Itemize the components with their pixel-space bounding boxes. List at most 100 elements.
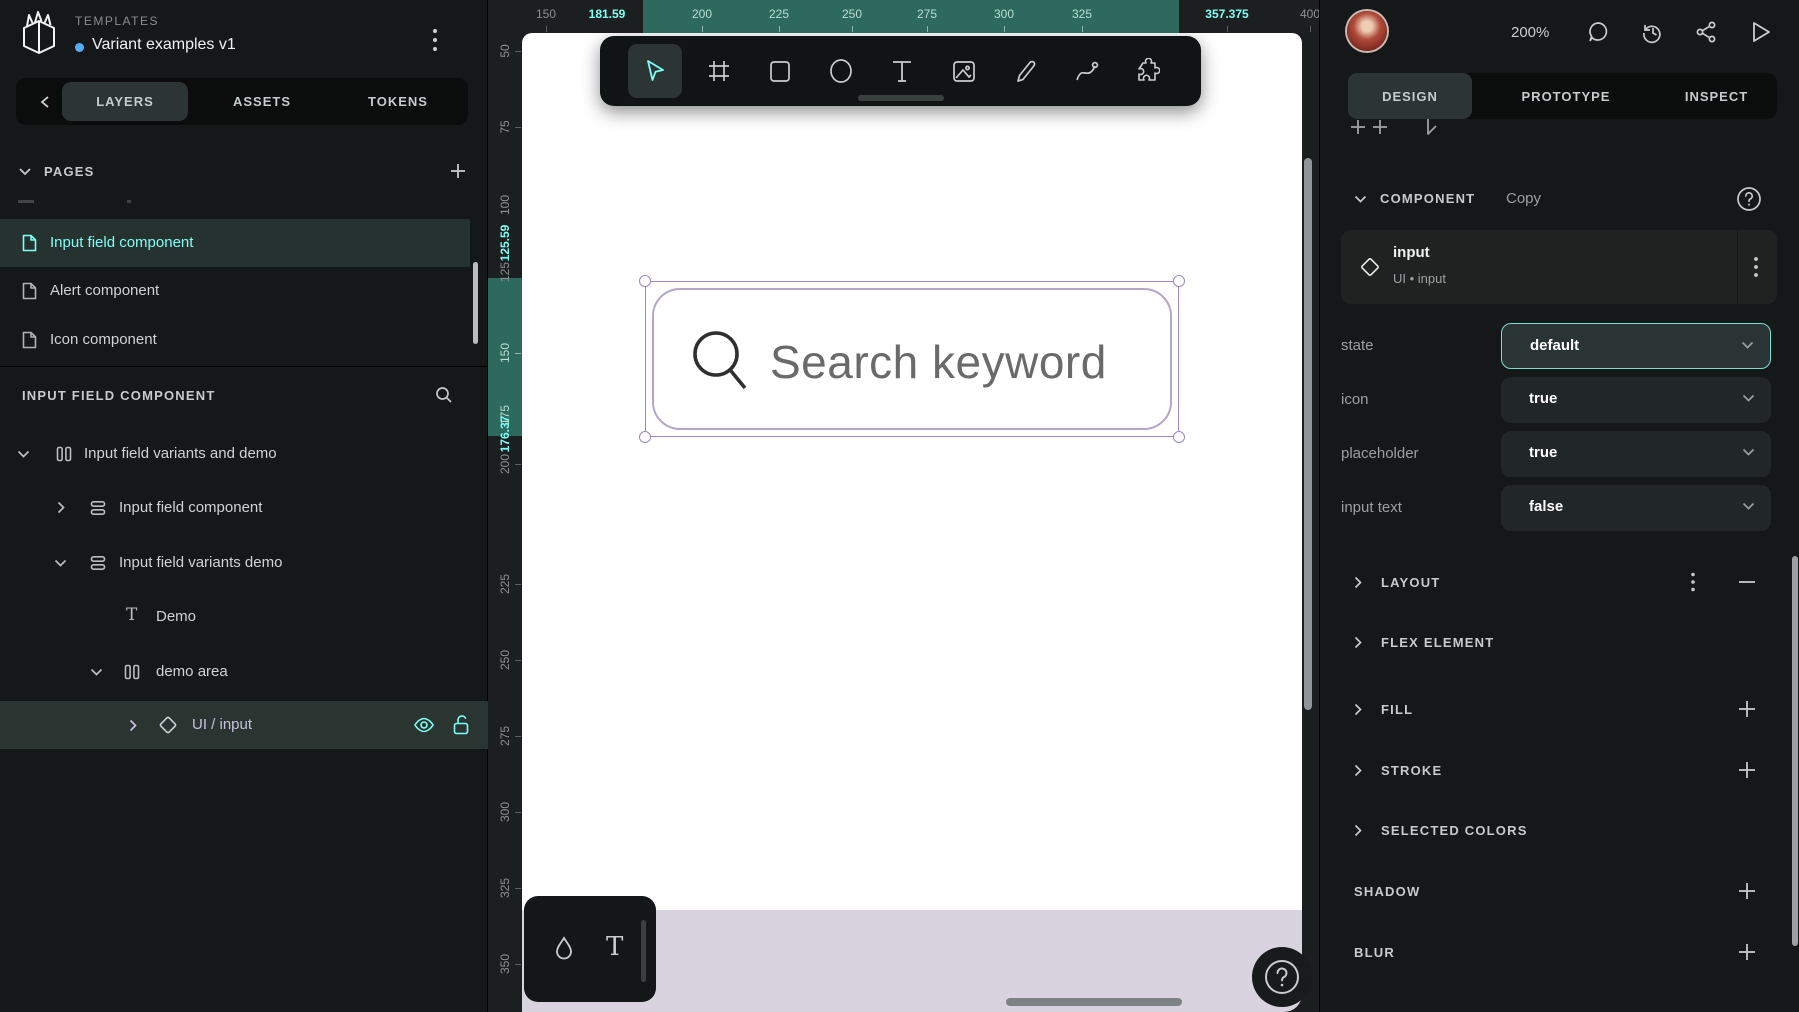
layer-row-demo-area[interactable]: demo area <box>0 647 488 697</box>
horizontal-ruler[interactable]: 150 181.59 200 225 250 275 300 325 357.3… <box>488 0 1319 33</box>
canvas-board[interactable] <box>522 33 1302 1012</box>
kebab-menu-icon[interactable] <box>432 28 438 52</box>
add-fill-plus-icon[interactable] <box>1739 701 1755 717</box>
comments-icon[interactable] <box>1586 20 1610 44</box>
color-drop-icon[interactable] <box>552 934 576 962</box>
add-shadow-plus-icon[interactable] <box>1739 883 1755 899</box>
chevron-right-icon[interactable] <box>129 719 137 732</box>
section-layout[interactable]: LAYOUT <box>1381 575 1440 590</box>
component-menu-kebab-icon[interactable] <box>1753 256 1759 278</box>
component-card[interactable]: input UI • input <box>1341 230 1777 304</box>
layer-row-input-field-component[interactable]: Input field component <box>0 483 488 533</box>
project-label[interactable]: TEMPLATES <box>75 14 159 28</box>
sidebar-tabbar: LAYERS ASSETS TOKENS <box>16 78 468 125</box>
chevron-down-icon[interactable] <box>17 450 30 458</box>
tab-inspect[interactable]: INSPECT <box>1656 73 1777 119</box>
remove-layout-minus-icon[interactable] <box>1739 580 1755 584</box>
layer-label: Demo <box>156 608 196 625</box>
unlock-icon[interactable] <box>452 714 470 736</box>
component-help-icon[interactable] <box>1736 186 1762 212</box>
input-field-component-preview[interactable]: Search keyword <box>652 288 1172 430</box>
selection-handle-bottom-left[interactable] <box>639 431 651 443</box>
layout-section-chevron-icon[interactable] <box>1354 576 1362 589</box>
page-item-alert-component[interactable]: Alert component <box>0 267 470 315</box>
tab-tokens-label: TOKENS <box>368 94 428 109</box>
chevron-down-icon <box>1741 341 1754 349</box>
text-tool-button[interactable] <box>875 44 929 98</box>
bottom-toolbar-drag-handle[interactable] <box>641 920 646 982</box>
layer-row-ui-input[interactable]: UI / input <box>0 701 488 749</box>
history-icon[interactable] <box>1640 20 1664 44</box>
tab-design[interactable]: DESIGN <box>1348 73 1472 119</box>
user-avatar[interactable] <box>1347 11 1387 51</box>
play-presentation-icon[interactable] <box>1750 20 1772 44</box>
chevron-right-icon[interactable] <box>57 501 65 514</box>
add-blur-plus-icon[interactable] <box>1739 944 1755 960</box>
layers-search-icon[interactable] <box>435 386 453 404</box>
dropdown-value: true <box>1529 444 1557 461</box>
section-stroke[interactable]: STROKE <box>1381 763 1442 778</box>
vertical-ruler[interactable]: 50 75 100 125 125.59 150 175 176.37 200 … <box>488 33 522 1012</box>
file-name[interactable]: Variant examples v1 <box>92 36 236 54</box>
section-blur[interactable]: BLUR <box>1354 945 1395 960</box>
layer-row-input-field-variants-and-demo[interactable]: Input field variants and demo <box>0 429 488 479</box>
section-flex-element[interactable]: FLEX ELEMENT <box>1381 635 1494 650</box>
variant-dropdown-placeholder[interactable]: true <box>1501 431 1771 477</box>
help-button[interactable] <box>1252 947 1312 1007</box>
selected-colors-section-chevron-icon[interactable] <box>1354 824 1362 837</box>
section-selected-colors[interactable]: SELECTED COLORS <box>1381 823 1528 838</box>
component-collapse-chevron-icon[interactable] <box>1354 195 1367 203</box>
page-item-input-field-component[interactable]: Input field component <box>0 219 470 267</box>
share-icon[interactable] <box>1694 20 1718 44</box>
right-sidebar-scrollbar[interactable] <box>1792 556 1798 946</box>
select-tool-button[interactable] <box>628 44 682 98</box>
stroke-section-chevron-icon[interactable] <box>1354 764 1362 777</box>
add-stroke-plus-icon[interactable] <box>1739 762 1755 778</box>
flex-element-section-chevron-icon[interactable] <box>1354 636 1362 649</box>
chevron-down-icon[interactable] <box>54 559 67 567</box>
toolbar-drag-handle[interactable] <box>858 95 944 101</box>
text-palette-icon[interactable]: T <box>606 932 623 962</box>
chevron-down-icon[interactable] <box>90 668 103 676</box>
layout-menu-kebab-icon[interactable] <box>1690 572 1696 592</box>
layer-row-input-field-variants-demo[interactable]: Input field variants demo <box>0 538 488 588</box>
design-toolbar <box>600 36 1201 106</box>
selection-handle-top-left[interactable] <box>639 275 651 287</box>
tab-prototype[interactable]: PROTOTYPE <box>1486 73 1646 119</box>
variant-dropdown-state[interactable]: default <box>1501 323 1771 369</box>
canvas-viewport[interactable]: Search keyword <box>488 0 1319 1012</box>
variant-dropdown-input-text[interactable]: false <box>1501 485 1771 531</box>
tab-assets[interactable]: ASSETS <box>202 82 322 121</box>
page-item-label: Icon component <box>50 331 157 348</box>
image-tool-button[interactable] <box>937 44 991 98</box>
page-item-icon-component[interactable]: Icon component <box>0 316 470 364</box>
canvas-horizontal-scrollbar[interactable] <box>1006 998 1182 1006</box>
tab-tokens[interactable]: TOKENS <box>338 82 458 121</box>
plugins-tool-button[interactable] <box>1120 44 1174 98</box>
v-ruler-label: 75 <box>498 120 512 133</box>
visibility-eye-icon[interactable] <box>413 716 435 734</box>
pages-scrollbar[interactable] <box>473 262 478 344</box>
add-page-icon[interactable] <box>450 163 466 179</box>
section-fill[interactable]: FILL <box>1381 702 1413 717</box>
rectangle-tool-button[interactable] <box>753 44 807 98</box>
path-tool-button[interactable] <box>1059 44 1113 98</box>
selection-handle-bottom-right[interactable] <box>1173 431 1185 443</box>
board-white-area[interactable] <box>522 33 1302 910</box>
pencil-tool-button[interactable] <box>998 44 1052 98</box>
text-layer-icon: T <box>126 605 137 625</box>
variant-dropdown-icon[interactable]: true <box>1501 377 1771 423</box>
tab-layers[interactable]: LAYERS <box>62 82 188 121</box>
collapse-sidebar-icon[interactable] <box>40 95 50 109</box>
pages-collapse-chevron-icon[interactable] <box>18 167 32 176</box>
layer-row-demo-text[interactable]: T Demo <box>0 592 488 642</box>
ellipse-tool-button[interactable] <box>814 44 868 98</box>
section-shadow[interactable]: SHADOW <box>1354 884 1420 899</box>
board-tool-icon <box>706 58 732 84</box>
canvas-vertical-scrollbar[interactable] <box>1304 158 1312 710</box>
board-tool-button[interactable] <box>692 44 746 98</box>
penpot-logo[interactable] <box>16 8 62 58</box>
fill-section-chevron-icon[interactable] <box>1354 703 1362 716</box>
selection-handle-top-right[interactable] <box>1173 275 1185 287</box>
zoom-level[interactable]: 200% <box>1511 24 1549 41</box>
